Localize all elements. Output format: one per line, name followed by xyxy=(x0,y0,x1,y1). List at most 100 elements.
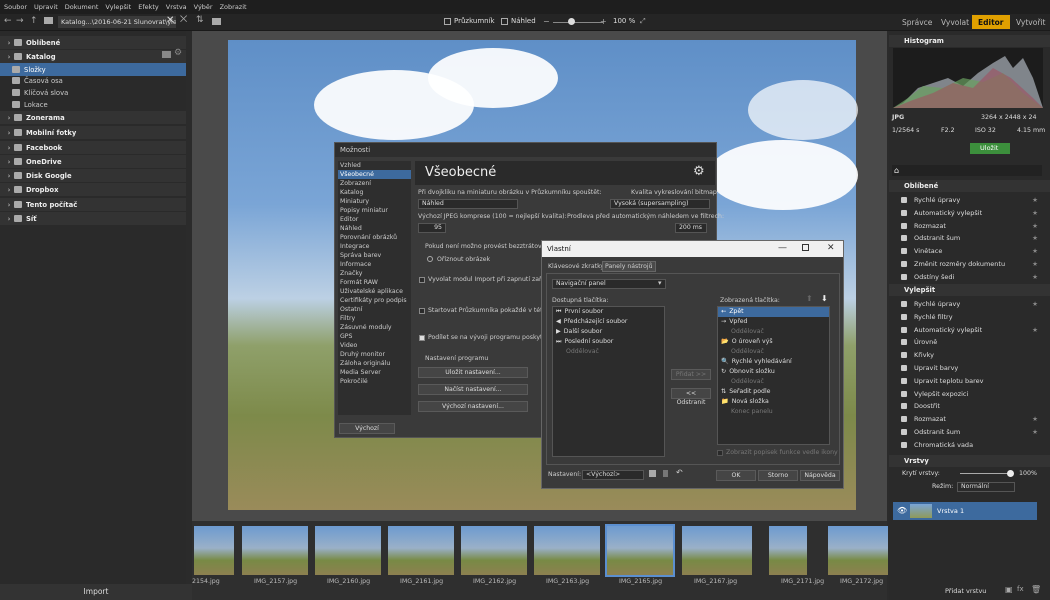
chevron-icon[interactable]: › xyxy=(4,201,14,209)
crop-radio[interactable] xyxy=(427,256,433,262)
jpeg-input[interactable]: 95 xyxy=(418,223,446,233)
improve-item[interactable]: Rozmazat ★ xyxy=(898,413,1038,425)
nav-item-13[interactable]: › Síť xyxy=(0,212,186,225)
delay-input[interactable]: 200 ms xyxy=(675,223,707,233)
available-item[interactable]: ▶ Další soubor xyxy=(553,327,664,337)
options-nav-item[interactable]: Vzhled xyxy=(338,161,411,170)
favorites-header[interactable]: Oblíbené xyxy=(889,180,1050,192)
nav-item-8[interactable]: › Facebook xyxy=(0,141,186,154)
nav-item-9[interactable]: › OneDrive xyxy=(0,155,186,168)
chevron-icon[interactable]: › xyxy=(4,114,14,122)
add-button[interactable]: Přidat >> xyxy=(671,369,711,380)
shown-item[interactable]: Oddělovač xyxy=(718,327,829,337)
star-icon[interactable]: ★ xyxy=(1032,220,1038,232)
trash-icon[interactable]: 🗑 xyxy=(1031,585,1041,594)
star-icon[interactable]: ★ xyxy=(1032,298,1038,310)
fav-item[interactable]: Odstíny šedi ★ xyxy=(898,271,1038,283)
star-icon[interactable]: ★ xyxy=(1032,232,1038,244)
move-down-icon[interactable]: ⬇ xyxy=(821,294,828,303)
load-settings-button[interactable]: Načíst nastavení... xyxy=(418,384,528,395)
improve-item[interactable]: Chromatická vada xyxy=(898,439,1038,451)
improve-item[interactable]: Rychlé filtry xyxy=(898,311,1038,323)
close-icon[interactable]: ✕ xyxy=(827,243,835,253)
help-button[interactable]: Nápověda xyxy=(800,470,840,481)
chevron-icon[interactable]: › xyxy=(4,144,14,152)
setting-select[interactable]: <Výchozí> xyxy=(582,470,644,480)
options-nav-item[interactable]: Záloha originálu xyxy=(338,359,411,368)
star-icon[interactable]: ★ xyxy=(1032,207,1038,219)
nav-item-11[interactable]: › Dropbox xyxy=(0,183,186,196)
improve-item[interactable]: Upravit barvy xyxy=(898,362,1038,374)
dblclick-select[interactable]: Náhled xyxy=(418,199,518,209)
tab-vytvorit[interactable]: Vytvořit xyxy=(1010,15,1050,29)
undo-icon[interactable]: ↶ xyxy=(676,468,683,477)
improve-item[interactable]: Křivky xyxy=(898,349,1038,361)
move-up-icon[interactable]: ⬆ xyxy=(806,294,813,303)
star-icon[interactable]: ★ xyxy=(1032,413,1038,425)
star-icon[interactable]: ★ xyxy=(1032,258,1038,270)
close-icon[interactable]: ✕ xyxy=(166,15,174,26)
save-settings-button[interactable]: Uložit nastavení... xyxy=(418,367,528,378)
import-button[interactable]: Import xyxy=(0,584,192,600)
thumbnail[interactable] xyxy=(315,526,381,575)
shown-item[interactable]: 🔍 Rychlé vyhledávání xyxy=(718,357,829,367)
options-nav-item[interactable]: Zobrazení xyxy=(338,179,411,188)
tab-toolbars[interactable]: Panely nástrojů xyxy=(602,261,656,272)
zoom-slider[interactable] xyxy=(553,22,603,23)
nav-item-0[interactable]: › Oblíbené xyxy=(0,36,186,49)
shown-item[interactable]: Oddělovač xyxy=(718,347,829,357)
nav-item-12[interactable]: › Tento počítač xyxy=(0,198,186,211)
shown-item[interactable]: Konec panelu xyxy=(718,407,829,417)
chevron-icon[interactable]: › xyxy=(4,53,14,61)
start-checkbox[interactable] xyxy=(419,308,425,314)
nav-item-7[interactable]: › Mobilní fotky xyxy=(0,126,186,139)
options-nav-item[interactable]: Značky xyxy=(338,269,411,278)
menu-item-3[interactable]: Vylepšit xyxy=(105,3,131,11)
fav-item[interactable]: Změnit rozměry dokumentu ★ xyxy=(898,258,1038,270)
gear-icon[interactable]: ⚙ xyxy=(174,48,182,58)
fav-item[interactable]: Automatický vylepšit ★ xyxy=(898,207,1038,219)
shown-item[interactable]: Oddělovač xyxy=(718,377,829,387)
menu-item-4[interactable]: Efekty xyxy=(138,3,159,11)
minimize-icon[interactable]: — xyxy=(778,243,787,253)
new-folder-icon[interactable] xyxy=(212,18,221,25)
fav-item[interactable]: Odstranit šum ★ xyxy=(898,232,1038,244)
chevron-icon[interactable]: › xyxy=(4,172,14,180)
menu-item-0[interactable]: Soubor xyxy=(4,3,27,11)
thumbnail[interactable] xyxy=(194,526,234,575)
options-nav-item[interactable]: Certifikáty pro podpis xyxy=(338,296,411,305)
options-nav-item[interactable]: GPS xyxy=(338,332,411,341)
options-nav-item[interactable]: Pokročilé xyxy=(338,377,411,386)
zoom-out-icon[interactable]: − xyxy=(543,17,550,26)
remove-button[interactable]: << Odstranit xyxy=(671,388,711,406)
shown-item[interactable]: 📁 Nová složka xyxy=(718,397,829,407)
show-text-checkbox[interactable] xyxy=(717,450,723,456)
options-nav-item[interactable]: Popisy miniatur xyxy=(338,206,411,215)
star-icon[interactable]: ★ xyxy=(1032,426,1038,438)
options-nav-item[interactable]: Správa barev xyxy=(338,251,411,260)
menu-item-6[interactable]: Výběr xyxy=(194,3,213,11)
improve-item[interactable]: Doostřit xyxy=(898,400,1038,412)
default-settings-button[interactable]: Výchozí nastavení... xyxy=(418,401,528,412)
star-icon[interactable]: ★ xyxy=(1032,271,1038,283)
menu-item-2[interactable]: Dokument xyxy=(65,3,99,11)
options-nav-item[interactable]: Ostatní xyxy=(338,305,411,314)
delete-icon[interactable] xyxy=(663,470,668,477)
options-nav-item[interactable]: Informace xyxy=(338,260,411,269)
options-nav-item[interactable]: Miniatury xyxy=(338,197,411,206)
quality-select[interactable]: Vysoká (supersampling) xyxy=(610,199,710,209)
improve-header[interactable]: Vylepšit xyxy=(889,284,1050,296)
thumbnail[interactable] xyxy=(242,526,308,575)
zoom-in-icon[interactable]: + xyxy=(600,17,607,26)
star-icon[interactable]: ★ xyxy=(1032,245,1038,257)
options-nav-item[interactable]: Náhled xyxy=(338,224,411,233)
fx-icon[interactable]: fx xyxy=(1017,585,1024,593)
add-layer-button[interactable]: Přidat vrstvu xyxy=(945,587,986,595)
options-nav-item[interactable]: Uživatelské aplikace xyxy=(338,287,411,296)
star-icon[interactable]: ★ xyxy=(1032,194,1038,206)
nav-item-1[interactable]: › Katalog xyxy=(0,50,186,63)
shown-item[interactable]: → Vpřed xyxy=(718,317,829,327)
shown-item[interactable]: 📂 O úroveň výš xyxy=(718,337,829,347)
tab-shortcuts[interactable]: Klávesové zkratky xyxy=(548,263,604,270)
save-icon[interactable] xyxy=(649,470,656,477)
